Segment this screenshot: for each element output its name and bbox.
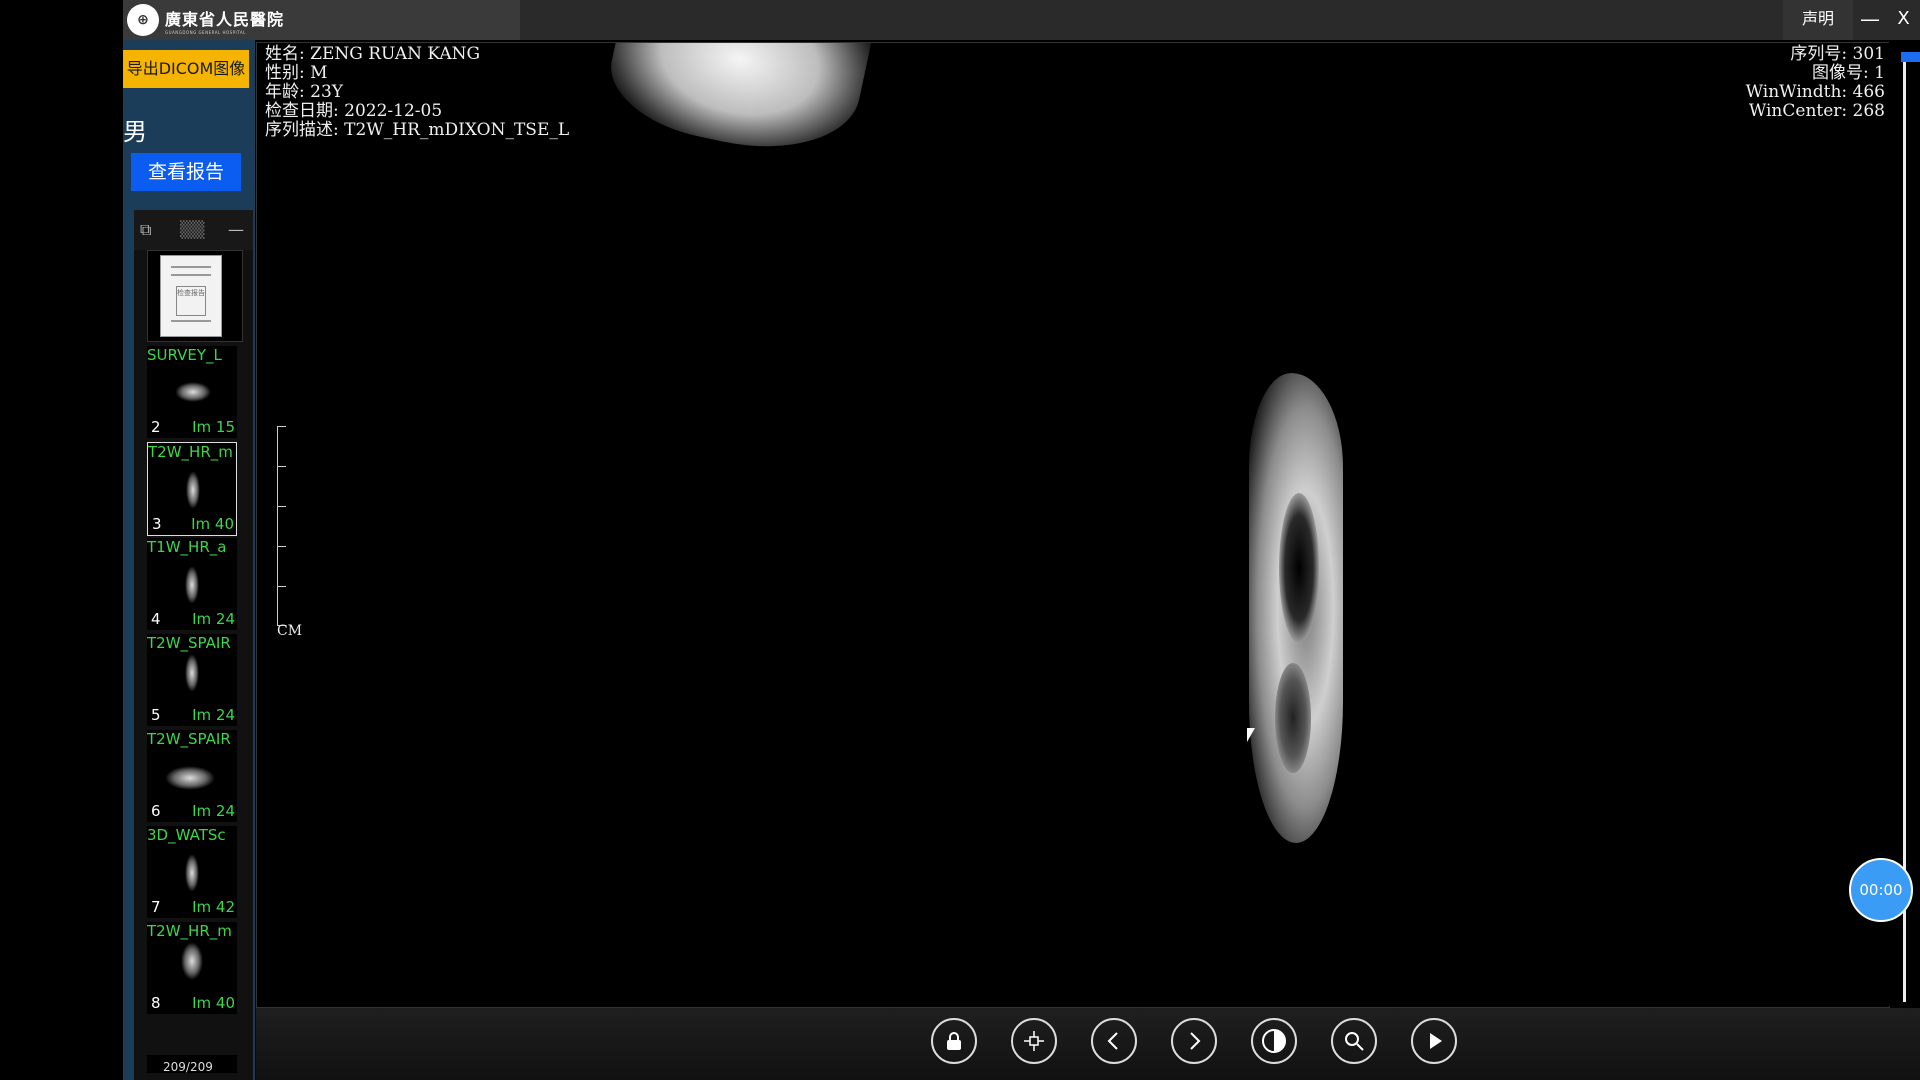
grid-pattern-icon[interactable]: ▒▒: [180, 210, 205, 250]
series-thumbnail[interactable]: T2W_HR_m 3 Im 40: [147, 442, 237, 536]
series-thumbnail[interactable]: SURVEY_L 2 Im 15: [147, 346, 237, 442]
contrast-icon[interactable]: [1251, 1018, 1297, 1064]
lock-icon[interactable]: [931, 1018, 977, 1064]
image-viewport[interactable]: 姓名: ZENG RUAN KANG 性别: M 年龄: 23Y 检查日期: 2022…: [256, 42, 1890, 1008]
hospital-logo: ⊕ 廣東省人民醫院 GUANGDONG GENERAL HOSPITAL: [123, 0, 520, 40]
scale-bar: [277, 426, 288, 626]
series-number: 7: [151, 898, 161, 916]
exam-date: 检查日期: 2022-12-05: [265, 101, 443, 121]
hospital-name: 廣東省人民醫院: [165, 9, 285, 29]
collapse-icon[interactable]: —: [228, 210, 244, 250]
minimize-button[interactable]: —: [1853, 0, 1887, 40]
left-panel: 导出DICOM图像 男 查看报告 ⧉ ▒▒ — 检查报告 SURVEY_L 2 …: [123, 40, 255, 1080]
mri-tissue-top: [600, 43, 874, 168]
series-thumbnail[interactable]: T2W_HR_m 8 Im 40: [147, 922, 237, 1018]
scrollbar-thumb[interactable]: [1901, 52, 1920, 62]
restore-window-icon[interactable]: ⧉: [140, 210, 151, 250]
patient-info-overlay: 姓名: ZENG RUAN KANG 性别: M 年龄: 23Y 检查日期: 2022…: [265, 45, 569, 140]
page-counter: 209/209: [163, 1060, 213, 1074]
image-count: Im 40: [191, 515, 234, 533]
image-count: Im 15: [192, 418, 235, 436]
chevron-left-icon[interactable]: [1091, 1018, 1137, 1064]
series-name: T2W_HR_m: [147, 922, 232, 940]
series-thumbnail[interactable]: 3D_WATSc 7 Im 42: [147, 826, 237, 922]
timer-badge[interactable]: 00:00: [1849, 858, 1913, 922]
window-center-label: WinCenter: 268: [1748, 101, 1885, 121]
hospital-sub: GUANGDONG GENERAL HOSPITAL: [165, 29, 246, 35]
report-thumb-label: 检查报告: [176, 286, 206, 316]
chevron-right-icon[interactable]: [1171, 1018, 1217, 1064]
document-icon: 检查报告: [160, 255, 222, 337]
series-preview: [181, 942, 203, 980]
series-number: 4: [151, 610, 161, 628]
patient-gender: 男: [123, 118, 147, 146]
thumbnail-toolbar: ⧉ ▒▒ —: [134, 210, 253, 250]
series-name: T2W_SPAIR: [147, 634, 231, 652]
series-preview: [165, 766, 215, 790]
image-info-overlay: 序列号: 301 图像号: 1 WinWindth: 466 WinCenter: 2…: [1746, 45, 1885, 121]
series-preview: [175, 382, 211, 402]
series-preview: [185, 854, 199, 892]
statement-button[interactable]: 声明: [1783, 0, 1853, 40]
mri-tissue-main: [1249, 373, 1343, 843]
image-count: Im 40: [192, 994, 235, 1012]
bottom-toolbar: [256, 1008, 1920, 1080]
window-width-label: WinWindth: 466: [1745, 82, 1885, 102]
series-name: T1W_HR_a: [147, 538, 227, 556]
image-count: Im 24: [192, 610, 235, 628]
series-name: T2W_SPAIR: [147, 730, 231, 748]
series-thumbnail-list: 检查报告 SURVEY_L 2 Im 15 T2W_HR_m 3 Im 40 T…: [134, 250, 253, 1080]
image-count: Im 42: [192, 898, 235, 916]
hospital-seal-icon: ⊕: [127, 4, 159, 36]
series-number-label: 序列号: 301: [1790, 44, 1885, 64]
series-number: 5: [151, 706, 161, 724]
series-thumbnail[interactable]: T2W_SPAIR 6 Im 24: [147, 730, 237, 826]
series-number: 8: [151, 994, 161, 1012]
series-name: 3D_WATSc: [147, 826, 226, 844]
series-description: 序列描述: T2W_HR_mDIXON_TSE_L: [265, 120, 570, 140]
patient-sex: 性别: M: [265, 63, 328, 83]
series-name: T2W_HR_m: [148, 443, 233, 461]
image-count: Im 24: [192, 706, 235, 724]
series-preview: [185, 654, 199, 692]
play-icon[interactable]: [1411, 1018, 1457, 1064]
series-number: 3: [152, 515, 162, 533]
series-number: 6: [151, 802, 161, 820]
report-thumbnail[interactable]: 检查报告: [147, 250, 243, 342]
view-report-button[interactable]: 查看报告: [131, 153, 241, 191]
close-button[interactable]: X: [1887, 0, 1920, 40]
image-count: Im 24: [192, 802, 235, 820]
image-number-label: 图像号: 1: [1812, 63, 1885, 83]
series-name: SURVEY_L: [147, 346, 222, 364]
search-icon[interactable]: [1331, 1018, 1377, 1064]
patient-age: 年龄: 23Y: [265, 82, 343, 102]
patient-name: 姓名: ZENG RUAN KANG: [265, 44, 481, 64]
series-preview: [185, 566, 199, 604]
app-window: ⊕ 廣東省人民醫院 GUANGDONG GENERAL HOSPITAL 声明 …: [123, 0, 1920, 1080]
scale-unit-label: CM: [277, 623, 303, 639]
series-preview: [186, 471, 200, 509]
mouse-pointer-icon: [1247, 728, 1255, 742]
series-thumbnail[interactable]: T2W_SPAIR 5 Im 24: [147, 634, 237, 730]
series-number: 2: [151, 418, 161, 436]
series-thumbnail[interactable]: T1W_HR_a 4 Im 24: [147, 538, 237, 634]
export-dicom-button[interactable]: 导出DICOM图像: [123, 50, 249, 88]
crosshair-icon[interactable]: [1011, 1018, 1057, 1064]
title-bar: ⊕ 廣東省人民醫院 GUANGDONG GENERAL HOSPITAL 声明 …: [123, 0, 1920, 40]
